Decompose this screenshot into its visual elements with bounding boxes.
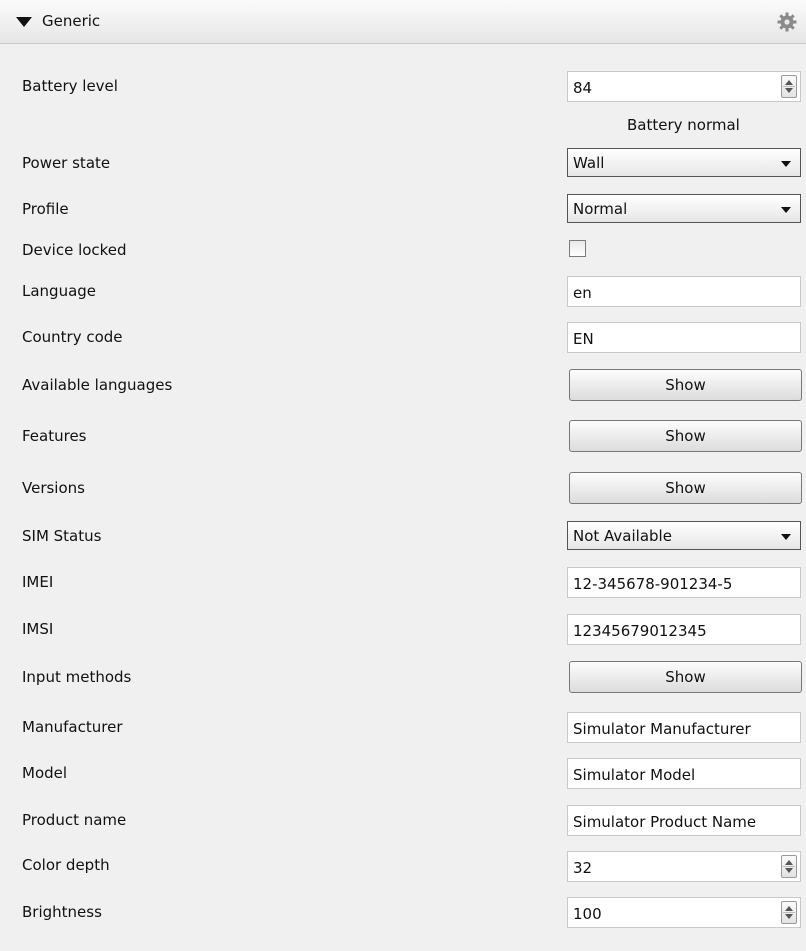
spin-arrows-icon[interactable] — [781, 75, 797, 98]
imsi-label: IMSI — [22, 620, 54, 638]
gear-icon[interactable] — [774, 8, 800, 36]
brightness-value: 100 — [573, 905, 602, 923]
manufacturer-label: Manufacturer — [22, 718, 123, 736]
profile-dropdown[interactable]: Normal — [567, 194, 801, 223]
battery-level-value: 84 — [573, 79, 593, 97]
spin-arrows-icon[interactable] — [781, 901, 797, 924]
manufacturer-input[interactable]: Simulator Manufacturer — [567, 712, 801, 743]
brightness-spinbox[interactable]: 100 — [567, 897, 801, 928]
sim-status-label: SIM Status — [22, 527, 102, 545]
imei-value: 12-345678-901234-5 — [573, 575, 733, 593]
country-code-value: EN — [573, 330, 594, 348]
brightness-label: Brightness — [22, 903, 102, 921]
profile-value: Normal — [573, 200, 628, 218]
imsi-value: 12345679012345 — [573, 622, 707, 640]
profile-label: Profile — [22, 200, 69, 218]
color-depth-value: 32 — [573, 859, 593, 877]
battery-status-text: Battery normal — [627, 116, 740, 134]
chevron-down-icon — [781, 207, 791, 213]
section-header[interactable]: Generic — [0, 0, 806, 44]
model-input[interactable]: Simulator Model — [567, 758, 801, 789]
power-state-label: Power state — [22, 154, 111, 172]
manufacturer-value: Simulator Manufacturer — [573, 720, 751, 738]
power-state-value: Wall — [573, 154, 605, 172]
features-show-button[interactable]: Show — [569, 420, 802, 452]
versions-show-button[interactable]: Show — [569, 472, 802, 504]
model-value: Simulator Model — [573, 766, 696, 784]
battery-level-spinbox[interactable]: 84 — [567, 71, 801, 102]
sim-status-value: Not Available — [573, 527, 672, 545]
features-label: Features — [22, 427, 87, 445]
language-input[interactable]: en — [567, 276, 801, 307]
versions-label: Versions — [22, 479, 85, 497]
model-label: Model — [22, 764, 68, 782]
input-methods-label: Input methods — [22, 668, 132, 686]
product-name-label: Product name — [22, 811, 127, 829]
product-name-value: Simulator Product Name — [573, 813, 757, 831]
language-label: Language — [22, 282, 97, 300]
product-name-input[interactable]: Simulator Product Name — [567, 805, 801, 836]
section-title: Generic — [42, 12, 101, 30]
device-locked-label: Device locked — [22, 241, 127, 259]
chevron-down-icon — [781, 161, 791, 167]
country-code-input[interactable]: EN — [567, 322, 801, 353]
device-locked-checkbox[interactable] — [569, 240, 586, 257]
triangle-down-icon[interactable] — [16, 17, 32, 27]
imsi-input[interactable]: 12345679012345 — [567, 614, 801, 645]
imei-label: IMEI — [22, 573, 54, 591]
color-depth-label: Color depth — [22, 856, 110, 874]
battery-level-label: Battery level — [22, 77, 118, 95]
available-languages-label: Available languages — [22, 376, 173, 394]
input-methods-show-button[interactable]: Show — [569, 661, 802, 693]
country-code-label: Country code — [22, 328, 123, 346]
sim-status-dropdown[interactable]: Not Available — [567, 521, 801, 550]
available-languages-show-button[interactable]: Show — [569, 369, 802, 401]
chevron-down-icon — [781, 534, 791, 540]
language-value: en — [573, 284, 592, 302]
spin-arrows-icon[interactable] — [781, 855, 797, 878]
power-state-dropdown[interactable]: Wall — [567, 148, 801, 177]
imei-input[interactable]: 12-345678-901234-5 — [567, 567, 801, 598]
color-depth-spinbox[interactable]: 32 — [567, 851, 801, 882]
